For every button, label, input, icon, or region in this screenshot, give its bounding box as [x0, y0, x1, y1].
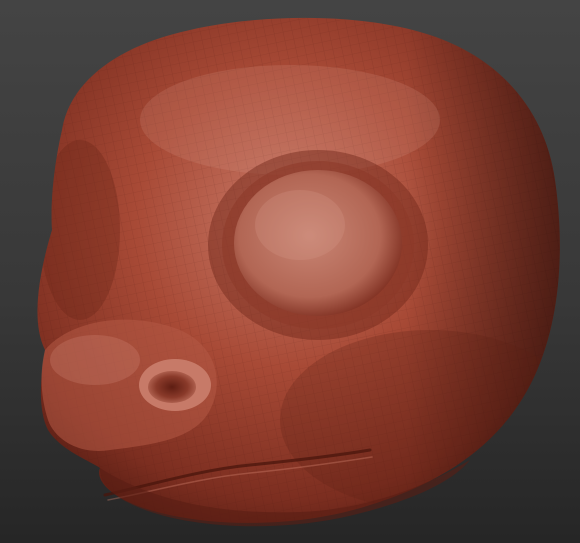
sculpt-viewport[interactable]	[0, 0, 580, 543]
eye-socket[interactable]	[208, 150, 428, 340]
nostril[interactable]	[139, 359, 211, 411]
sculpt-canvas[interactable]	[0, 0, 580, 543]
